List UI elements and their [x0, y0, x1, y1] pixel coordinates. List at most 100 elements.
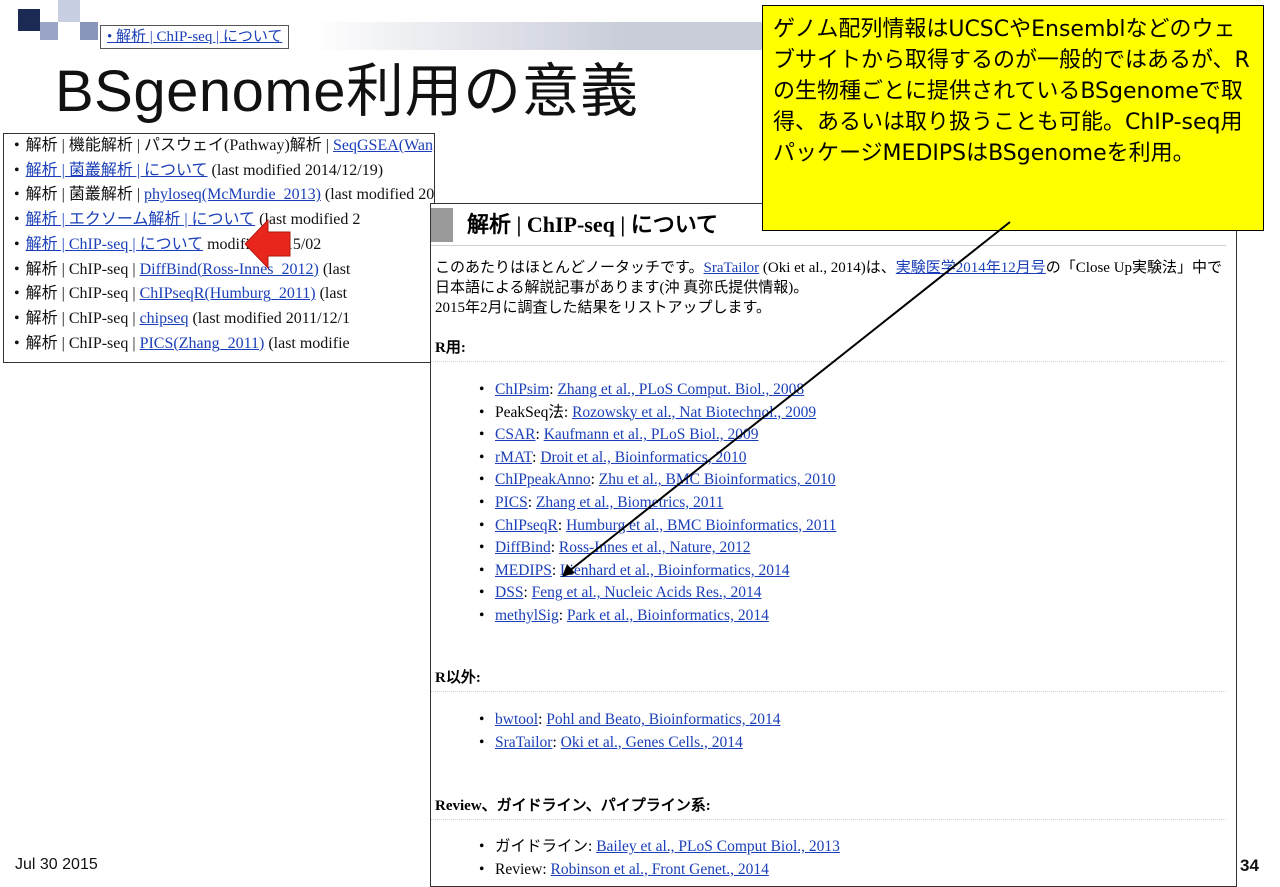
bullet-icon: •	[479, 733, 485, 751]
tool-link[interactable]: MEDIPS	[495, 562, 552, 579]
tool-link[interactable]: ChIPsim	[495, 381, 549, 398]
separator: :	[557, 516, 567, 534]
bullet-icon: •	[479, 516, 485, 534]
item-link[interactable]: chipseq	[140, 310, 189, 327]
reference-item: • DiffBind: Ross-Innes et al., Nature, 20…	[479, 537, 836, 560]
item-link[interactable]: 解析 | エクソーム解析 | について	[26, 211, 255, 228]
page-list: • 解析 | 機能解析 | パスウェイ(Pathway)解析 | SeqGSEA(…	[4, 134, 434, 356]
citation-link[interactable]: Ross-Innes et al., Nature, 2012	[559, 539, 751, 556]
item-link[interactable]: 解析 | ChIP-seq | について	[26, 236, 203, 253]
citation-link[interactable]: Humburg et al., BMC Bioinformatics, 2011	[566, 517, 836, 534]
bullet-icon: •	[14, 309, 20, 327]
tool-link[interactable]: CSAR	[495, 426, 536, 443]
bullet-icon: •	[479, 561, 485, 579]
page-list-item: • 解析 | 菌叢解析 | phyloseq(McMurdie_2013) (la…	[14, 183, 434, 208]
item-link[interactable]: DiffBind(Ross-Innes_2012)	[140, 261, 319, 278]
citation-link[interactable]: Robinson et al., Front Genet., 2014	[551, 861, 769, 878]
citation-link[interactable]: Lienhard et al., Bioinformatics, 2014	[560, 562, 789, 579]
tool-link[interactable]: SraTailor	[495, 734, 552, 751]
bullet-icon: •	[479, 711, 485, 728]
separator: :	[552, 733, 561, 751]
tool-link[interactable]: methylSig	[495, 607, 559, 624]
tool-link[interactable]: bwtool	[495, 711, 538, 728]
citation-link[interactable]: Rozowsky et al., Nat Biotechnol., 2009	[572, 404, 816, 421]
citation-link[interactable]: Zhang et al., Biometrics, 2011	[536, 494, 724, 511]
item-suffix: modified 2015/02	[203, 235, 322, 253]
bullet-icon: •	[14, 334, 20, 352]
bullet-icon: •	[479, 493, 485, 511]
tool-link[interactable]: ChIPseqR	[495, 517, 558, 534]
item-prefix: 解析 | ChIP-seq |	[25, 309, 140, 327]
page-title: 解析 | ChIP-seq | について	[467, 212, 719, 237]
section-heading-review: Review、ガイドライン、パイプライン系:	[435, 798, 711, 814]
bullet-icon: •	[479, 860, 485, 878]
separator: :	[551, 561, 561, 579]
item-prefix: 解析 | ChIP-seq |	[25, 285, 140, 303]
breadcrumb-link[interactable]: • 解析 | ChIP-seq | について	[107, 29, 282, 45]
separator: :	[588, 838, 597, 855]
item-link[interactable]: SeqGSEA(Wang_2014)	[333, 137, 434, 154]
bullet-icon: •	[14, 161, 20, 179]
item-link[interactable]: phyloseq(McMurdie_2013)	[144, 186, 321, 203]
page-list-item: • 解析 | ChIP-seq | ChIPseqR(Humburg_2011) …	[14, 282, 434, 307]
reference-item: • MEDIPS: Lienhard et al., Bioinformatics…	[479, 560, 836, 583]
citation-link[interactable]: Bailey et al., PLoS Comput Biol., 2013	[596, 838, 840, 855]
bullet-icon: •	[14, 235, 20, 253]
breadcrumb[interactable]: • 解析 | ChIP-seq | について	[100, 25, 290, 49]
page-list-item: • 解析 | エクソーム解析 | について (last modified 2	[14, 208, 434, 233]
bullet-icon: •	[14, 260, 20, 278]
item-suffix: (last modified 2011/12/1	[188, 309, 351, 327]
decor-square-2	[40, 22, 58, 40]
section-heading-other: R以外:	[435, 670, 481, 686]
separator: :	[558, 606, 567, 624]
citation-link[interactable]: Oki et al., Genes Cells., 2014	[561, 734, 743, 751]
citation-link[interactable]: Feng et al., Nucleic Acids Res., 2014	[532, 584, 762, 601]
citation-link[interactable]: Park et al., Bioinformatics, 2014	[567, 607, 769, 624]
citation-link[interactable]: Droit et al., Bioinformatics, 2010	[540, 449, 746, 466]
tool-link[interactable]: PICS	[495, 494, 528, 511]
separator: :	[590, 471, 599, 489]
citation-link[interactable]: Kaufmann et al., PLoS Biol., 2009	[544, 426, 759, 443]
decor-square-4	[80, 22, 98, 40]
slide-title: BSgenome利用の意義	[55, 59, 639, 124]
page-list-item: • 解析 | 機能解析 | パスウェイ(Pathway)解析 | SeqGSEA(…	[14, 134, 434, 159]
bullet-icon: •	[479, 838, 485, 855]
reference-item: • rMAT: Droit et al., Bioinformatics, 201…	[479, 447, 836, 470]
reference-item: • PeakSeq法: Rozowsky et al., Nat Biotechn…	[479, 402, 836, 425]
citation-link[interactable]: Zhu et al., BMC Bioinformatics, 2010	[599, 471, 836, 488]
header-divider	[431, 245, 1226, 246]
left-page-list: • 解析 | 機能解析 | パスウェイ(Pathway)解析 | SeqGSEA(…	[3, 133, 435, 363]
decor-square-3	[58, 0, 80, 22]
reference-item: • ChIPpeakAnno: Zhu et al., BMC Bioinform…	[479, 469, 836, 492]
tool-link[interactable]: DSS	[495, 584, 523, 601]
tool-link[interactable]: rMAT	[495, 449, 532, 466]
footer-date: Jul 30 2015	[15, 856, 98, 873]
section-heading-r: R用:	[435, 340, 466, 356]
bullet-icon: •	[479, 584, 485, 602]
r-tools-list: • ChIPsim: Zhang et al., PLoS Comput. Bio…	[479, 379, 836, 628]
intro-text: このあたりはほとんどノータッチです。SraTailor (Oki et al.,…	[435, 258, 1230, 318]
item-link[interactable]: 解析 | 菌叢解析 | について	[26, 162, 208, 179]
chipseq-page-panel: 解析 | ChIP-seq | について このあたりはほとんどノータッチです。S…	[430, 203, 1237, 887]
tool-link[interactable]: ChIPpeakAnno	[495, 471, 591, 488]
reference-item: • DSS: Feng et al., Nucleic Acids Res., 2…	[479, 582, 836, 605]
item-suffix: (last modified 2014/12/19)	[207, 161, 384, 179]
bullet-icon: •	[479, 426, 485, 444]
citation-link[interactable]: Zhang et al., PLoS Comput. Biol., 2008	[557, 381, 804, 398]
citation-link[interactable]: Pohl and Beato, Bioinformatics, 2014	[546, 711, 780, 728]
separator: :	[527, 493, 536, 511]
section-divider	[431, 361, 1226, 362]
tool-link[interactable]: DiffBind	[495, 539, 551, 556]
reference-item: • methylSig: Park et al., Bioinformatics,…	[479, 605, 836, 628]
tool-name: PeakSeq法	[495, 403, 564, 421]
bullet-icon: •	[14, 285, 20, 303]
sratailor-link[interactable]: SraTailor	[704, 260, 760, 276]
page-number: 34	[1240, 856, 1259, 875]
intro-text-2: (Oki et al., 2014)は、	[759, 260, 896, 276]
item-prefix: 解析 | 菌叢解析 |	[25, 186, 145, 204]
header-accent	[431, 208, 453, 242]
item-link[interactable]: ChIPseqR(Humburg_2011)	[140, 285, 316, 302]
item-link[interactable]: PICS(Zhang_2011)	[140, 335, 265, 352]
jikken-igaku-link[interactable]: 実験医学2014年12月号	[896, 260, 1046, 276]
bullet-icon: •	[14, 137, 20, 154]
